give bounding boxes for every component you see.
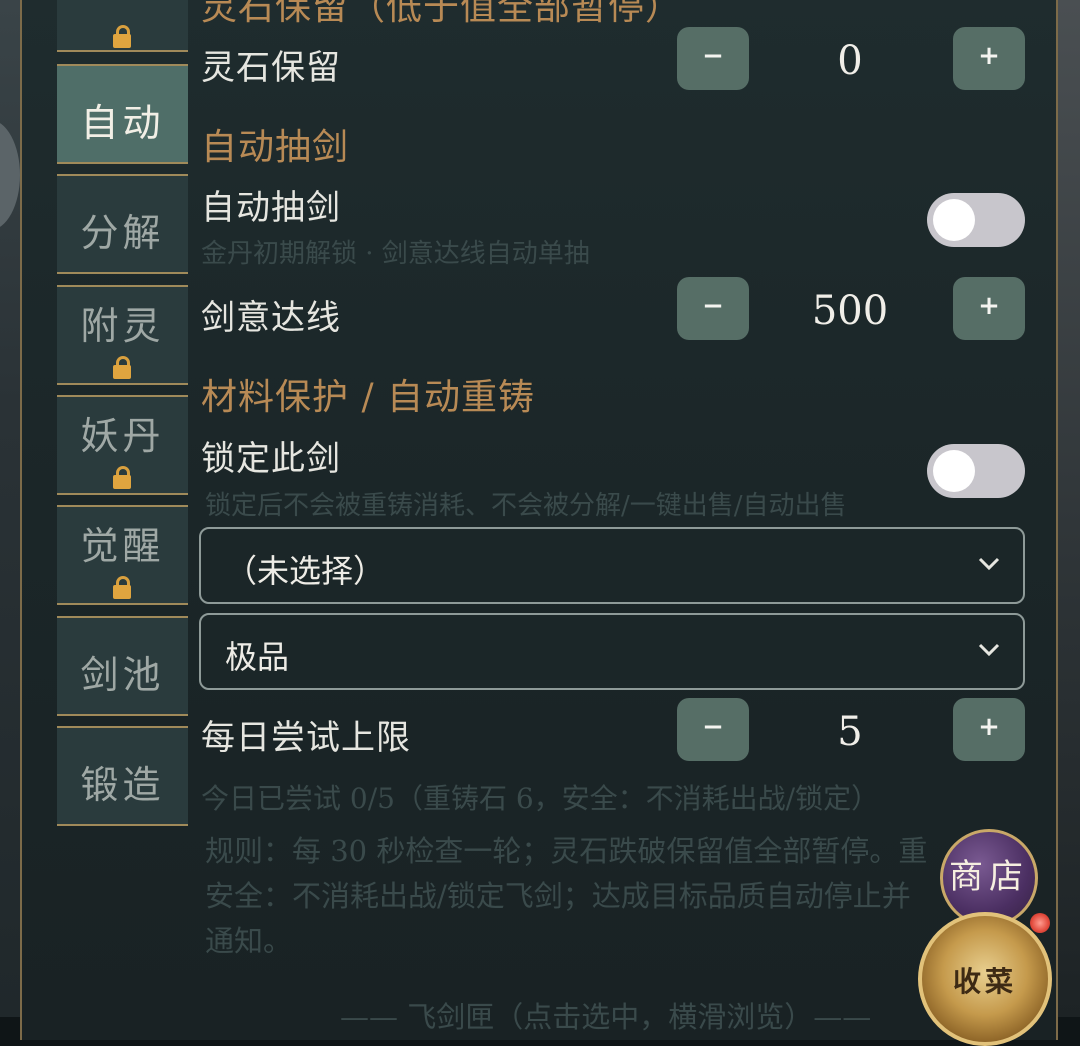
spirit-stone-plus-button[interactable]: +: [953, 27, 1025, 90]
lock-icon: [113, 356, 131, 381]
daily-limit-minus-button[interactable]: −: [677, 698, 749, 761]
lock-icon: [113, 576, 131, 601]
chevron-down-icon: [978, 557, 1000, 571]
sword-select-value: （未选择）: [225, 552, 386, 590]
sword-select[interactable]: （未选择）: [199, 527, 1025, 604]
lock-sword-label: 锁定此剑: [201, 439, 341, 479]
daily-limit-plus-button[interactable]: +: [953, 698, 1025, 761]
collect-label: 收菜: [952, 965, 1017, 998]
sword-intent-value: 500: [811, 288, 889, 334]
tab-label: 分解: [80, 211, 165, 255]
auto-draw-hint: 金丹初期解锁 · 剑意达线自动单抽: [201, 239, 590, 269]
tab-auto[interactable]: 自动: [57, 64, 188, 164]
daily-limit-status: 今日已尝试 0/5（重铸石 6，安全：不消耗出战/锁定）: [201, 782, 880, 815]
sword-intent-label: 剑意达线: [201, 298, 341, 338]
lock-sword-toggle[interactable]: [927, 444, 1025, 498]
quality-select[interactable]: 极品: [199, 613, 1025, 690]
tab-label: 锻造: [80, 763, 165, 807]
auto-draw-toggle[interactable]: [927, 193, 1025, 247]
section-title-auto-draw: 自动抽剑: [201, 127, 350, 168]
chevron-down-icon: [978, 643, 1000, 657]
daily-limit-label: 每日尝试上限: [201, 718, 411, 758]
lock-icon: [113, 466, 131, 491]
section-title-protection: 材料保护 / 自动重铸: [201, 377, 536, 418]
background-right: [1058, 0, 1080, 1017]
tab-label: 剑池: [80, 653, 165, 697]
tab-enchant[interactable]: 附灵: [57, 285, 188, 385]
toggle-knob: [933, 199, 975, 241]
auto-draw-label: 自动抽剑: [201, 188, 341, 228]
tab-label: 觉醒: [80, 524, 165, 568]
spirit-stone-value: 0: [837, 38, 863, 84]
rules-line-1: 规则：每 30 秒检查一轮；灵石跌破保留值全部暂停。重: [205, 834, 928, 868]
rules-line-2: 安全：不消耗出战/锁定飞剑；达成目标品质自动停止并: [205, 879, 911, 913]
tab-sword-pool[interactable]: 剑池: [57, 616, 188, 716]
tab-awaken[interactable]: 觉醒: [57, 505, 188, 605]
sword-intent-minus-button[interactable]: −: [677, 277, 749, 340]
quality-select-value: 极品: [225, 638, 290, 676]
spirit-stone-minus-button[interactable]: −: [677, 27, 749, 90]
tab-label: 妖丹: [80, 414, 165, 458]
spirit-stone-label: 灵石保留: [201, 48, 341, 88]
sword-intent-plus-button[interactable]: +: [953, 277, 1025, 340]
sword-box-heading: —— 飞剑匣（点击选中，横滑浏览）——: [340, 1000, 872, 1034]
tab-cropped-top[interactable]: [57, 0, 188, 52]
tab-decompose[interactable]: 分解: [57, 174, 188, 274]
tab-forge[interactable]: 锻造: [57, 726, 188, 826]
rules-line-3: 通知。: [205, 924, 293, 958]
daily-limit-value: 5: [837, 709, 863, 755]
tab-demon-core[interactable]: 妖丹: [57, 395, 188, 495]
toggle-knob: [933, 450, 975, 492]
lock-icon: [113, 25, 131, 50]
collect-button[interactable]: 收菜: [918, 912, 1052, 1046]
lock-sword-hint: 锁定后不会被重铸消耗、不会被分解/一键出售/自动出售: [205, 491, 847, 521]
tab-label: 附灵: [80, 304, 165, 348]
tab-label: 自动: [80, 101, 165, 145]
section-title-spirit-stone: 灵石保留（低于值全部暂停）: [201, 0, 683, 28]
notification-dot: [1030, 913, 1050, 933]
